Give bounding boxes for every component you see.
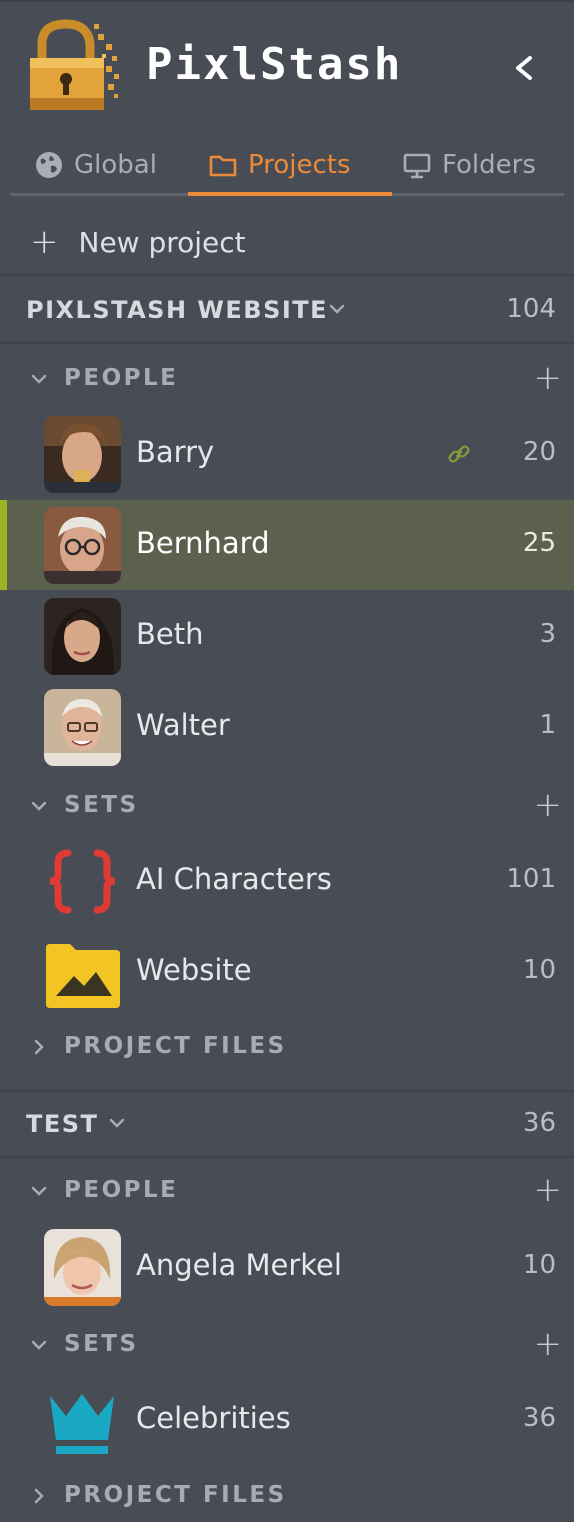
person-item-bernhard[interactable]: Bernhard 25 [0,500,574,590]
group-header-sets[interactable]: SETS + [0,1318,574,1372]
avatar [44,598,121,675]
sidebar: PixlStash Global Projects Folders + New … [0,0,574,1522]
padlock-logo-icon [30,19,119,110]
tab-bar: Global Projects Folders [10,136,564,196]
avatar [44,1229,121,1306]
item-label: AI Characters [136,862,332,896]
chevron-right-icon[interactable] [30,1038,48,1056]
item-count: 36 [522,1403,556,1433]
chevron-down-icon[interactable] [30,797,48,815]
group-header-project-files[interactable]: PROJECT FILES [0,1020,574,1074]
braces-icon [49,849,116,914]
image-folder-icon [46,944,120,1008]
project-name: TEST [26,1110,99,1138]
project-count: 36 [522,1108,556,1138]
set-item-celebrities[interactable]: Celebrities 36 [0,1375,574,1465]
avatar [44,689,121,766]
active-tab-indicator [188,192,392,196]
item-count: 101 [506,864,556,894]
tab-global-label: Global [74,150,157,180]
project-header-test[interactable]: TEST 36 [0,1092,574,1158]
item-label: Walter [136,708,230,742]
globe-icon [36,152,62,178]
group-header-people[interactable]: PEOPLE + [0,352,574,406]
tab-projects[interactable]: Projects [208,136,351,194]
monitor-icon [403,153,431,179]
group-label: PROJECT FILES [64,1033,287,1059]
chevron-down-icon[interactable] [328,302,346,316]
tab-folders-label: Folders [442,150,536,180]
avatar [44,416,121,493]
person-item-angela-merkel[interactable]: Angela Merkel 10 [0,1222,574,1312]
group-label: PROJECT FILES [64,1482,287,1508]
person-item-beth[interactable]: Beth 3 [0,591,574,681]
set-item-ai-characters[interactable]: AI Characters 101 [0,836,574,926]
group-header-people[interactable]: PEOPLE + [0,1164,574,1218]
set-item-website[interactable]: Website 10 [0,927,574,1017]
folder-icon [209,155,237,177]
app-title: PixlStash [146,39,403,90]
item-count: 1 [539,710,556,740]
project-name: PIXLSTASH WEBSITE [26,296,329,324]
tab-folders[interactable]: Folders [402,136,536,194]
project-count: 104 [506,294,556,324]
add-set-button[interactable]: + [534,785,563,825]
item-label: Angela Merkel [136,1248,342,1282]
item-count: 10 [522,1250,556,1280]
item-label: Bernhard [136,526,270,560]
item-label: Website [136,953,252,987]
item-count: 3 [539,619,556,649]
app-header: PixlStash [0,2,574,130]
plus-icon: + [30,222,59,262]
item-count: 25 [522,528,556,558]
item-count: 20 [522,437,556,467]
add-person-button[interactable]: + [534,1170,563,1210]
group-label: SETS [64,792,139,818]
chevron-down-icon[interactable] [30,1182,48,1200]
chevron-left-icon[interactable] [508,50,540,86]
new-project-label: New project [78,225,246,259]
chevron-down-icon[interactable] [30,1336,48,1354]
item-label: Barry [136,435,215,469]
crown-icon [50,1394,114,1454]
tab-global[interactable]: Global [34,136,157,194]
group-label: SETS [64,1331,139,1357]
group-label: PEOPLE [64,1177,179,1203]
group-header-project-files[interactable]: PROJECT FILES [0,1469,574,1522]
item-label: Celebrities [136,1401,291,1435]
chevron-right-icon[interactable] [30,1487,48,1505]
item-label: Beth [136,617,204,651]
new-project-button[interactable]: + New project [0,210,574,276]
group-header-sets[interactable]: SETS + [0,779,574,833]
chevron-down-icon[interactable] [108,1116,126,1130]
project-header-pixlstash-website[interactable]: PIXLSTASH WEBSITE 104 [0,278,574,344]
item-count: 10 [522,955,556,985]
link-icon [448,445,470,463]
tab-projects-label: Projects [248,150,351,180]
add-person-button[interactable]: + [534,358,563,398]
chevron-down-icon[interactable] [30,370,48,388]
avatar [44,507,121,584]
person-item-barry[interactable]: Barry 20 [0,409,574,499]
group-label: PEOPLE [64,365,179,391]
add-set-button[interactable]: + [534,1324,563,1364]
person-item-walter[interactable]: Walter 1 [0,682,574,772]
